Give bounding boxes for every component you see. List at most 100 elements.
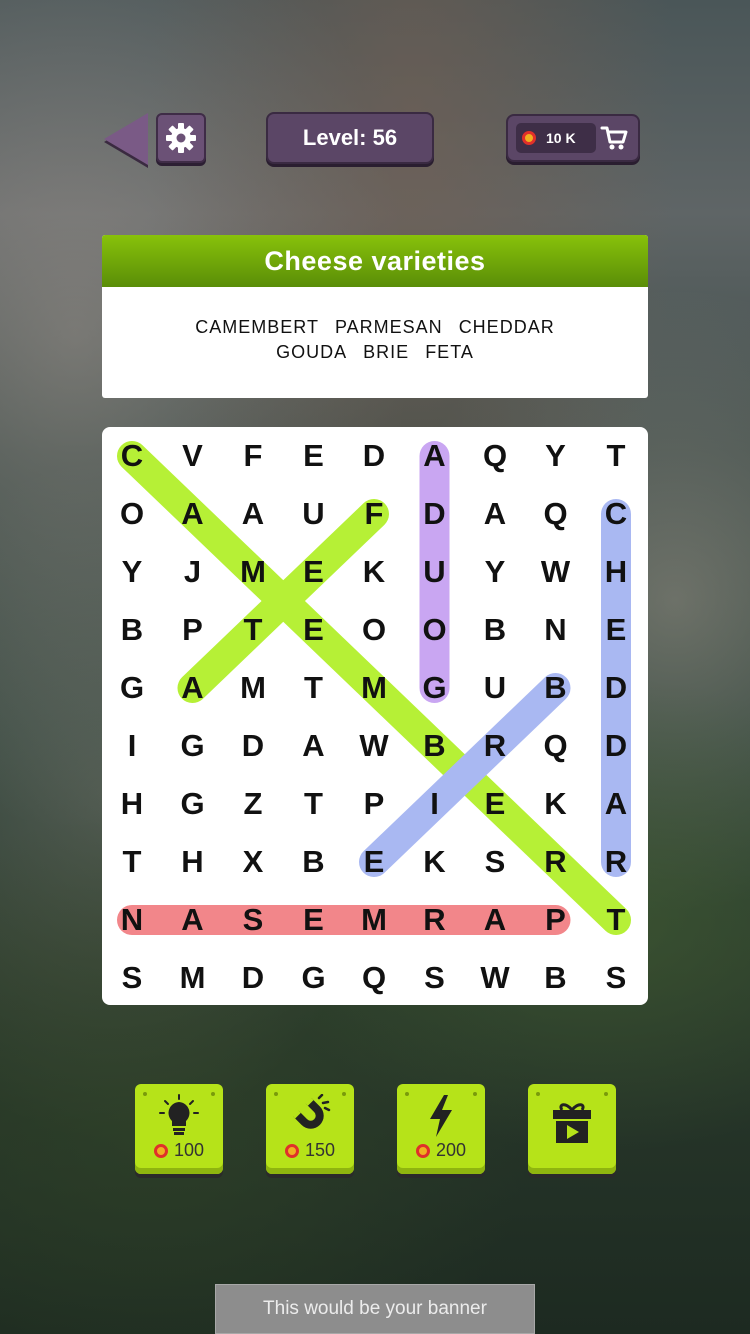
grid-letter[interactable]: D [223,949,283,1005]
grid-letter[interactable]: A [163,659,223,717]
grid-letter[interactable]: G [102,659,162,717]
magnet-booster-button[interactable]: 150 [266,1084,354,1174]
lightning-icon [430,1095,452,1137]
grid-letter[interactable]: D [405,485,465,543]
grid-letter[interactable]: S [465,833,525,891]
grid-letter[interactable]: I [102,717,162,775]
grid-letter[interactable]: V [163,427,223,485]
grid-letter[interactable]: F [344,485,404,543]
grid-letter[interactable]: A [405,427,465,485]
grid-letter[interactable]: B [526,659,586,717]
grid-letter[interactable]: S [102,949,162,1005]
grid-letter[interactable]: A [465,485,525,543]
grid-letter[interactable]: D [344,427,404,485]
grid-letter[interactable]: G [284,949,344,1005]
grid-letter[interactable]: R [526,833,586,891]
grid-letter[interactable]: P [163,601,223,659]
grid-letter[interactable]: A [163,891,223,949]
grid-letter[interactable]: C [586,485,646,543]
ad-banner[interactable]: This would be your banner [215,1284,535,1334]
grid-letter[interactable]: Q [526,485,586,543]
grid-letter[interactable]: K [405,833,465,891]
grid-letter[interactable]: E [586,601,646,659]
grid-letter[interactable]: E [344,833,404,891]
grid-letter[interactable]: N [102,891,162,949]
grid-letter[interactable]: U [465,659,525,717]
grid-letter[interactable]: G [405,659,465,717]
grid-letter[interactable]: B [526,949,586,1005]
grid-letter[interactable]: A [586,775,646,833]
grid-letter[interactable]: R [586,833,646,891]
grid-letter[interactable]: O [405,601,465,659]
grid-letter[interactable]: I [405,775,465,833]
grid-letter[interactable]: Q [526,717,586,775]
free-gift-video-button[interactable] [528,1084,616,1174]
grid-letter[interactable]: Q [465,427,525,485]
grid-letter[interactable]: T [284,775,344,833]
grid-letter[interactable]: H [102,775,162,833]
grid-letter[interactable]: T [586,427,646,485]
grid-letter[interactable]: K [526,775,586,833]
grid-letter[interactable]: W [465,949,525,1005]
grid-letter[interactable]: T [586,891,646,949]
grid-letter[interactable]: Z [223,775,283,833]
grid-letter[interactable]: S [223,891,283,949]
coin-shop-button[interactable]: 10 K [506,114,640,162]
grid-letter[interactable]: Y [526,427,586,485]
grid-letter[interactable]: E [284,427,344,485]
grid-letter[interactable]: M [344,891,404,949]
grid-letter[interactable]: R [405,891,465,949]
grid-letter[interactable]: M [223,659,283,717]
grid-letter[interactable]: E [284,891,344,949]
grid-letter[interactable]: T [223,601,283,659]
grid-letter[interactable]: S [405,949,465,1005]
grid-letter[interactable]: A [163,485,223,543]
grid-letter[interactable]: T [102,833,162,891]
grid-letter[interactable]: U [284,485,344,543]
lightning-booster-button[interactable]: 200 [397,1084,485,1174]
grid-letter[interactable]: T [284,659,344,717]
grid-letter[interactable]: Q [344,949,404,1005]
grid-letter[interactable]: M [163,949,223,1005]
grid-letter[interactable]: U [405,543,465,601]
grid-letter[interactable]: W [526,543,586,601]
grid-letter[interactable]: D [586,659,646,717]
grid-letter[interactable]: D [586,717,646,775]
grid-letter[interactable]: P [526,891,586,949]
grid-letter[interactable]: H [586,543,646,601]
grid-letter[interactable]: M [223,543,283,601]
grid-letter[interactable]: G [163,775,223,833]
grid-letter[interactable]: M [344,659,404,717]
grid-letter[interactable]: B [284,833,344,891]
grid-letter[interactable]: W [344,717,404,775]
grid-letter[interactable]: E [284,601,344,659]
grid-letter[interactable]: D [223,717,283,775]
grid-letter[interactable]: E [284,543,344,601]
grid-letter[interactable]: A [223,485,283,543]
grid-letter[interactable]: N [526,601,586,659]
grid-letter[interactable]: O [102,485,162,543]
grid-letter[interactable]: A [465,891,525,949]
grid-letter[interactable]: K [344,543,404,601]
grid-letter[interactable]: F [223,427,283,485]
grid-letter[interactable]: J [163,543,223,601]
grid-letter[interactable]: B [465,601,525,659]
grid-letter[interactable]: E [465,775,525,833]
grid-letter[interactable]: R [465,717,525,775]
grid-letter[interactable]: X [223,833,283,891]
word-search-grid[interactable]: CVFEDAQYTOAAUFDAQCYJMEKUYWHBPTEOOBNEGAMT… [102,427,648,1005]
grid-letter[interactable]: S [586,949,646,1005]
grid-letter[interactable]: B [102,601,162,659]
grid-letter[interactable]: P [344,775,404,833]
grid-letter[interactable]: H [163,833,223,891]
grid-letter[interactable]: C [102,427,162,485]
grid-letter[interactable]: Y [102,543,162,601]
grid-letter[interactable]: Y [465,543,525,601]
hint-booster-button[interactable]: 100 [135,1084,223,1174]
settings-button[interactable] [156,113,206,163]
grid-letter[interactable]: O [344,601,404,659]
grid-letter[interactable]: G [163,717,223,775]
grid-letter[interactable]: B [405,717,465,775]
grid-letter[interactable]: A [284,717,344,775]
back-arrow-button[interactable] [104,113,148,165]
